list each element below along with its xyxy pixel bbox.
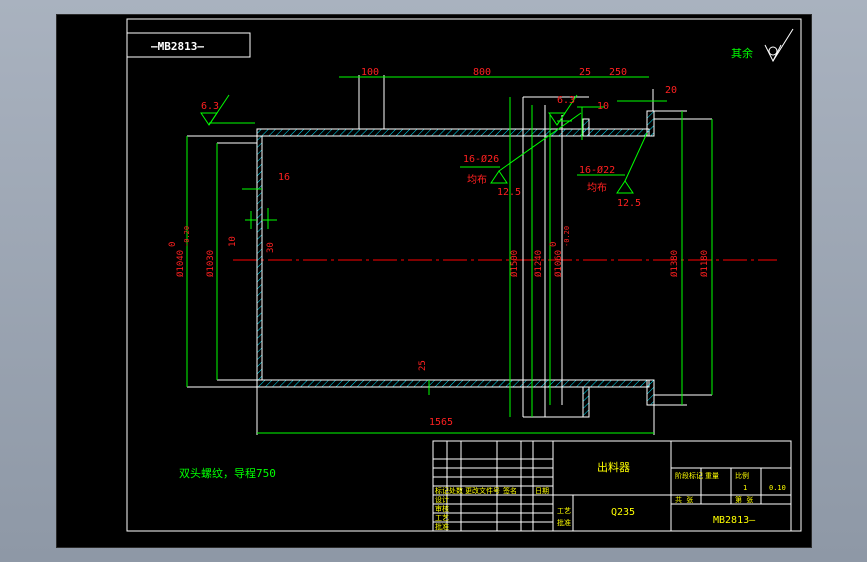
ring-top <box>646 110 655 137</box>
tb-mark: 标记 <box>435 486 449 495</box>
roughness-6-3-left: 6.3 <box>201 101 219 112</box>
tb-sign: 签名 <box>503 486 517 495</box>
tb-stage-mark: 阶段标记 <box>675 471 703 480</box>
tb-check: 审核 <box>435 504 449 513</box>
flange-top <box>582 118 590 137</box>
hole-note-22: 均布 <box>587 182 607 194</box>
tb-drawing-no: MB2813— <box>713 515 756 526</box>
tb-scale-value: 1 <box>743 484 747 492</box>
tb-process-mid: 工艺 <box>557 507 571 515</box>
tol-upper-mid: 0 <box>549 242 559 247</box>
roughness-6-3-mid: 6.3 <box>557 95 575 106</box>
dim-10: 10 <box>597 101 609 112</box>
top-wall <box>256 128 650 137</box>
roughness-12-5-b: 12.5 <box>617 198 641 209</box>
dim-800: 800 <box>473 67 491 78</box>
dim-phi1060: Ø1060 <box>553 250 564 277</box>
tb-sheet-total: 共 张 <box>675 495 693 504</box>
hole-note-26: 均布 <box>467 174 487 186</box>
tb-weight-value: 0.10 <box>769 484 786 492</box>
dim-20: 20 <box>665 85 677 96</box>
tb-part-name: 出料器 <box>597 460 630 474</box>
hole-spec-26: 16-Ø26 <box>463 153 499 165</box>
tb-material: Q235 <box>611 507 635 518</box>
dim-phi1040: Ø1040 <box>175 250 186 277</box>
dim-phi1180: Ø1180 <box>699 250 710 277</box>
dim-phi1500: Ø1500 <box>509 250 520 277</box>
tb-weight: 重量 <box>705 472 719 480</box>
tol-upper: 0 <box>168 242 178 247</box>
technical-note: 双头螺纹，导程750 <box>179 466 276 480</box>
tb-process: 工艺 <box>435 514 449 522</box>
leaders <box>200 94 648 194</box>
dim-phi1030: Ø1030 <box>205 250 216 277</box>
tb-count: 处数 <box>449 486 463 495</box>
dim-1565: 1565 <box>429 417 453 428</box>
tol-lower-mid: -0.20 <box>563 226 571 247</box>
dim-16: 16 <box>278 172 290 183</box>
roughness-12-5-a: 12.5 <box>497 187 521 198</box>
tb-approve: 批准 <box>435 522 449 531</box>
roughness-note: 其余 <box>731 46 753 60</box>
dim-25-top: 25 <box>579 67 591 78</box>
drawing-sheet: —MB2813— 其余 100 800 25 250 20 10 16 1565… <box>126 18 802 532</box>
dim-30: 30 <box>266 242 276 253</box>
vertical-dimension-text: Ø1040 0 -0.20 Ø1030 10 30 25 Ø1500 Ø1240… <box>168 226 710 371</box>
tol-lower: -0.20 <box>183 226 191 247</box>
cad-viewport[interactable]: —MB2813— 其余 100 800 25 250 20 10 16 1565… <box>56 14 812 548</box>
cylinder-section <box>256 85 655 418</box>
end-plate <box>256 135 263 381</box>
dim-phi1240: Ø1240 <box>533 250 544 277</box>
code-box-label: —MB2813— <box>151 40 204 53</box>
hole-spec-22: 16-Ø22 <box>579 164 615 176</box>
bottom-wall <box>256 379 650 388</box>
dim-250: 250 <box>609 67 627 78</box>
roughness-symbol-other <box>764 28 794 63</box>
tb-design: 设计 <box>435 495 449 504</box>
tb-sheet-no: 第 张 <box>735 495 753 504</box>
dim-25-bottom: 25 <box>418 360 428 371</box>
dim-100: 100 <box>361 67 379 78</box>
ring-bottom <box>646 379 655 406</box>
tb-ratio: 比例 <box>735 471 749 480</box>
flange-bottom <box>582 386 590 418</box>
tb-file: 更改文件号 <box>465 486 500 495</box>
tb-date: 日期 <box>535 487 549 495</box>
dim-phi1380: Ø1380 <box>669 250 680 277</box>
tb-approve-mid: 批准 <box>557 518 571 527</box>
dim-10-left: 10 <box>228 236 238 247</box>
